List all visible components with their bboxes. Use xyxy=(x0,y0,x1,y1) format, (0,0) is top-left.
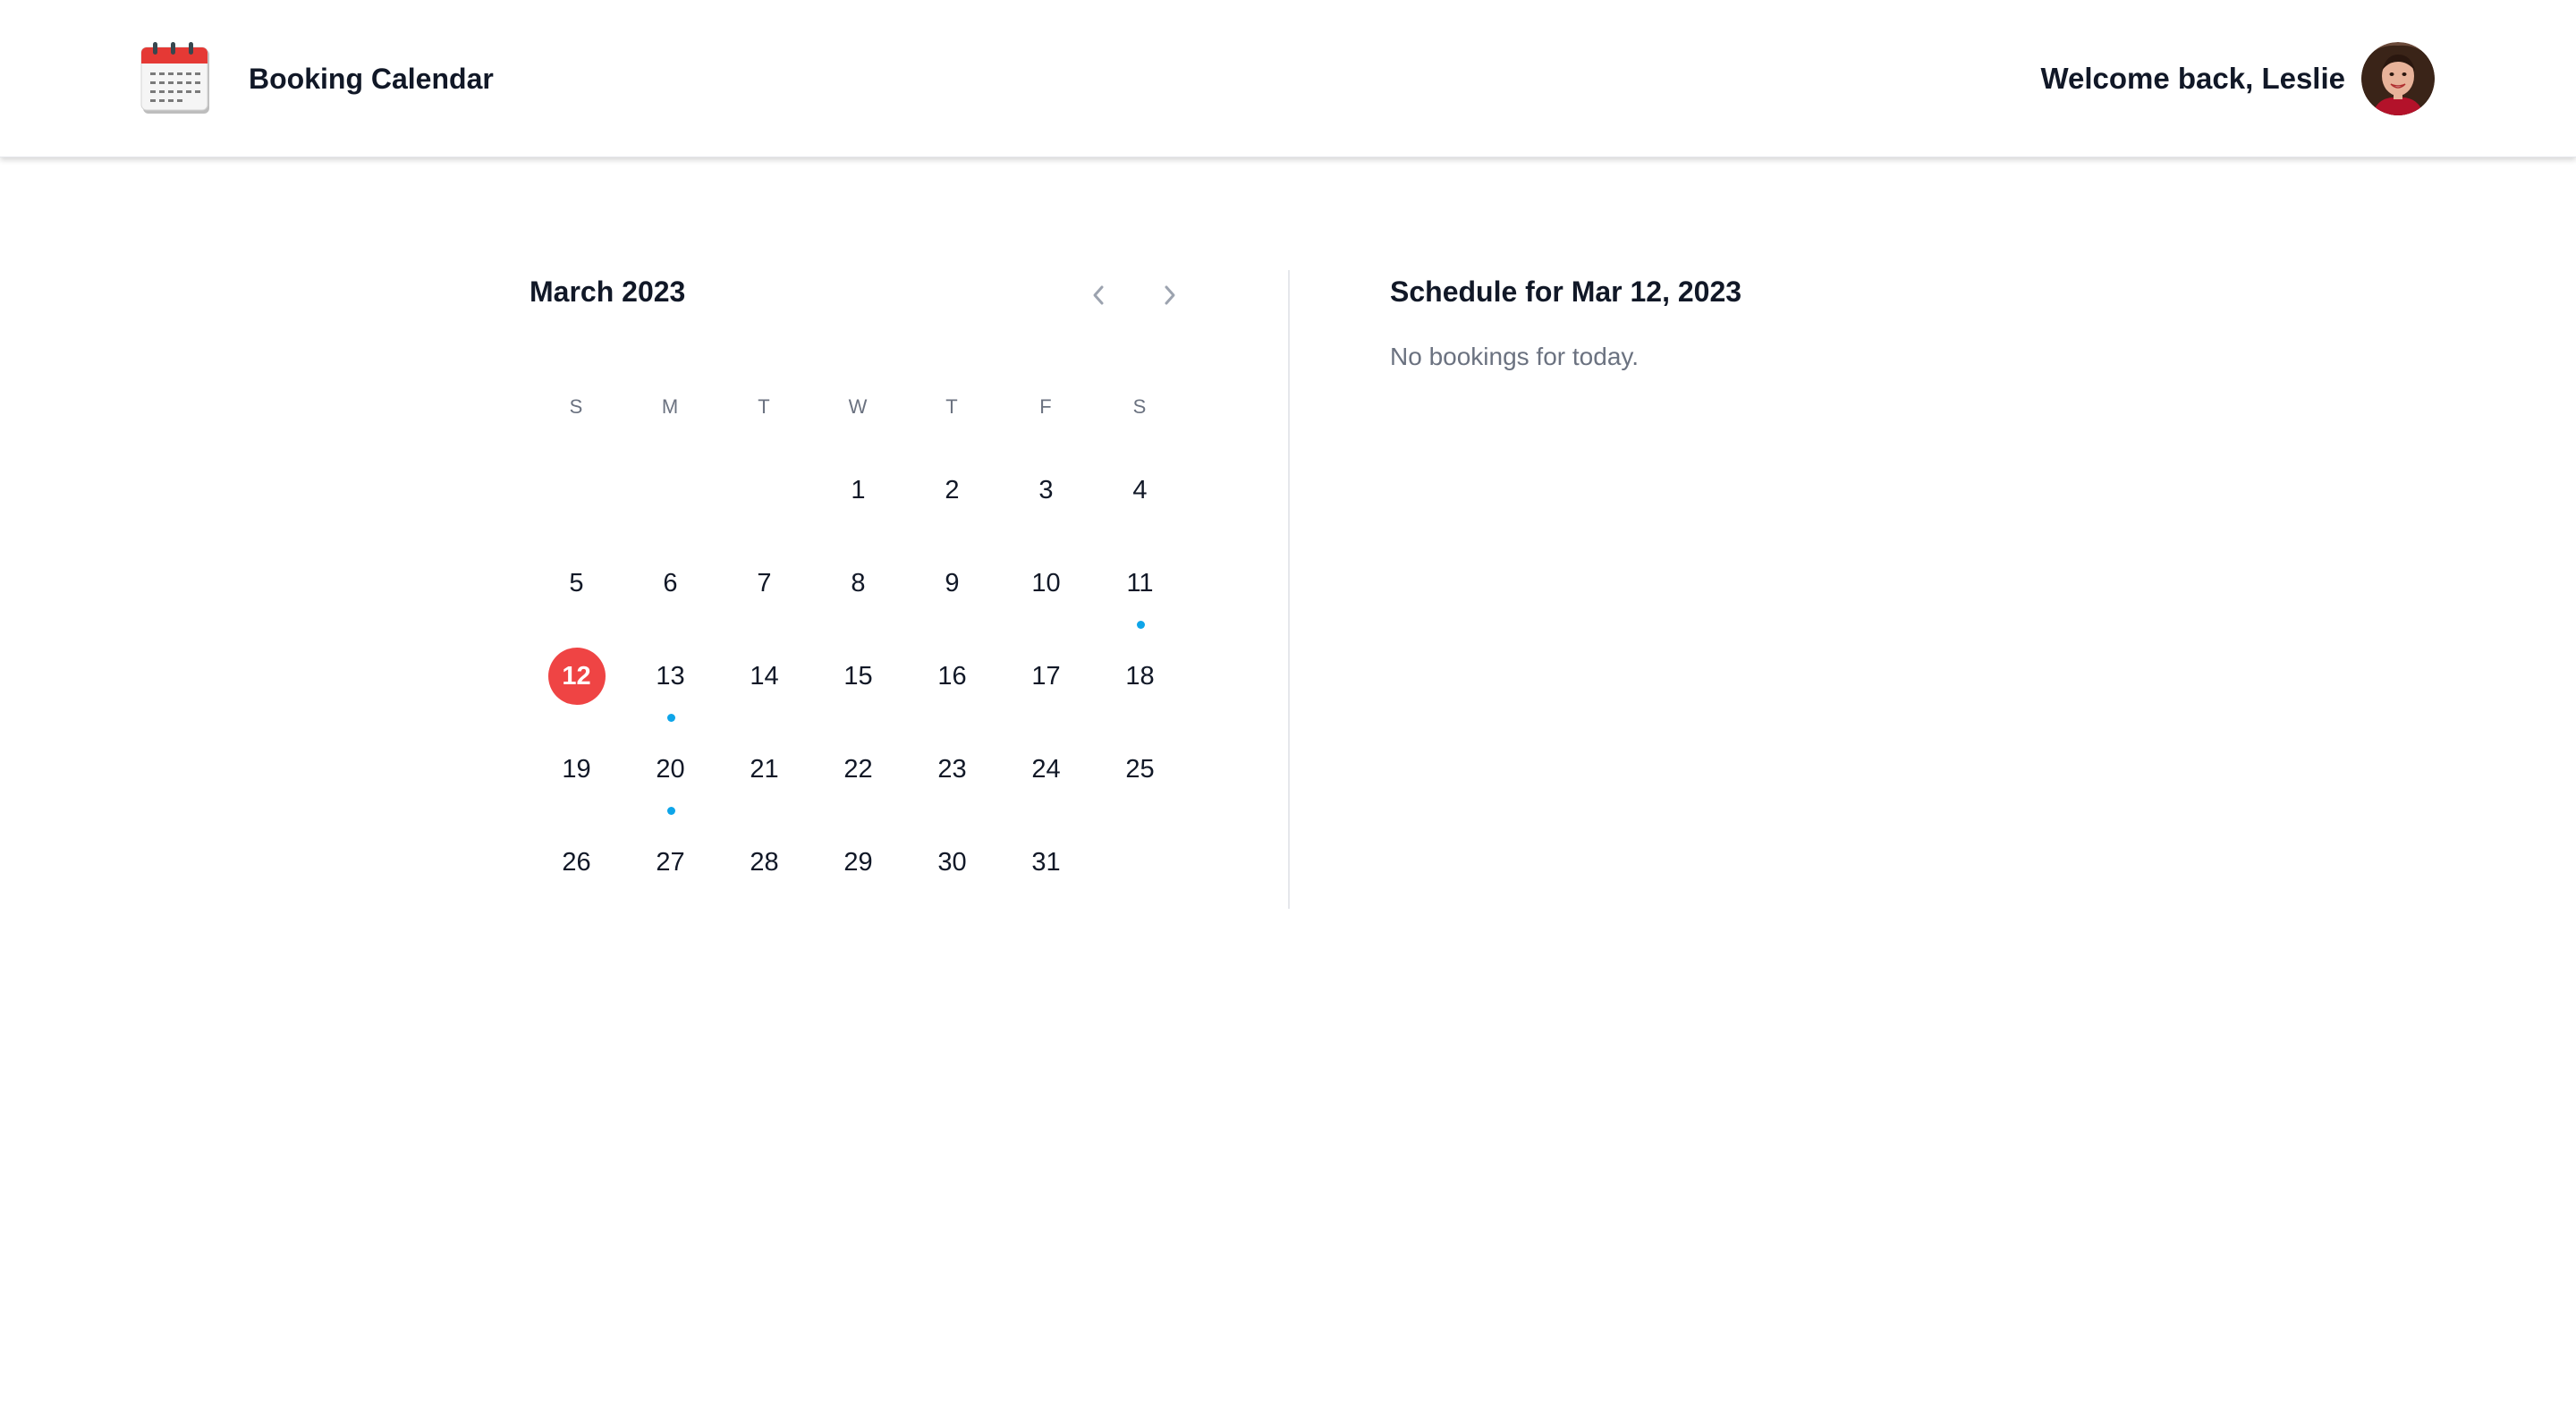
day-cell: 15 xyxy=(811,642,905,735)
day-button[interactable]: 24 xyxy=(1018,741,1075,798)
month-title: March 2023 xyxy=(530,275,686,308)
day-cell: 21 xyxy=(717,735,811,828)
day-cell: 8 xyxy=(811,549,905,642)
weekday-label: S xyxy=(1132,395,1148,418)
day-button[interactable]: 4 xyxy=(1112,462,1169,519)
day-cell: 9 xyxy=(905,549,999,642)
day-button[interactable]: 23 xyxy=(924,741,981,798)
booking-indicator-dot xyxy=(666,807,675,815)
booking-indicator-dot xyxy=(666,714,675,722)
day-cell: 30 xyxy=(905,828,999,921)
welcome-text: Welcome back, Leslie xyxy=(2040,62,2345,95)
day-cell: 28 xyxy=(717,828,811,921)
empty-day-cell xyxy=(530,456,623,549)
day-button[interactable]: 11 xyxy=(1112,555,1169,612)
day-cell: 4 xyxy=(1093,456,1187,549)
day-button[interactable]: 17 xyxy=(1018,648,1075,705)
schedule-title: Schedule for Mar 12, 2023 xyxy=(1390,275,1742,308)
weekday-label: F xyxy=(1039,395,1053,418)
day-cell: 10 xyxy=(999,549,1093,642)
day-button[interactable]: 18 xyxy=(1112,648,1169,705)
weekday-row: SMTWTFS xyxy=(530,395,1191,419)
day-cell: 12 xyxy=(530,642,623,735)
day-cell: 22 xyxy=(811,735,905,828)
day-cell: 2 xyxy=(905,456,999,549)
day-cell: 29 xyxy=(811,828,905,921)
day-cell: 3 xyxy=(999,456,1093,549)
chevron-right-icon xyxy=(1165,285,1175,305)
empty-day-cell xyxy=(623,456,717,549)
day-button[interactable]: 16 xyxy=(924,648,981,705)
day-button[interactable]: 22 xyxy=(830,741,887,798)
day-button[interactable]: 8 xyxy=(830,555,887,612)
day-button[interactable]: 7 xyxy=(736,555,793,612)
day-cell: 7 xyxy=(717,549,811,642)
day-button[interactable]: 27 xyxy=(642,834,699,891)
chevron-left-icon xyxy=(1093,285,1104,305)
next-month-button[interactable] xyxy=(1150,275,1190,315)
calendar-icon xyxy=(140,42,209,114)
brand[interactable]: Booking Calendar xyxy=(140,39,494,118)
day-cell: 6 xyxy=(623,549,717,642)
day-button[interactable]: 20 xyxy=(642,741,699,798)
day-button[interactable]: 13 xyxy=(642,648,699,705)
weekday-label: T xyxy=(758,395,771,418)
weekday-label: T xyxy=(945,395,959,418)
day-cell: 13 xyxy=(623,642,717,735)
day-button[interactable]: 9 xyxy=(924,555,981,612)
day-button[interactable]: 15 xyxy=(830,648,887,705)
day-cell: 31 xyxy=(999,828,1093,921)
app-title: Booking Calendar xyxy=(249,62,494,95)
weekday-label: S xyxy=(569,395,584,418)
day-button[interactable]: 2 xyxy=(924,462,981,519)
calendar-grid: 1 2 3 4 5 6 7 8 9 10 11 12 13 14 15 16 17 18 19 20 21 22 23 24 2… xyxy=(530,456,1187,921)
day-button[interactable]: 5 xyxy=(548,555,606,612)
weekday-label: M xyxy=(661,395,680,418)
day-cell: 11 xyxy=(1093,549,1187,642)
day-cell: 17 xyxy=(999,642,1093,735)
day-cell: 19 xyxy=(530,735,623,828)
day-cell: 25 xyxy=(1093,735,1187,828)
panel-divider xyxy=(1288,270,1290,909)
day-cell: 5 xyxy=(530,549,623,642)
day-button[interactable]: 21 xyxy=(736,741,793,798)
day-button[interactable]: 6 xyxy=(642,555,699,612)
booking-indicator-dot xyxy=(1136,621,1145,629)
day-button[interactable]: 30 xyxy=(924,834,981,891)
selected-day-button[interactable]: 12 xyxy=(547,648,606,705)
user-menu[interactable]: Welcome back, Leslie xyxy=(2040,39,2435,118)
day-cell: 18 xyxy=(1093,642,1187,735)
day-cell: 1 xyxy=(811,456,905,549)
avatar[interactable] xyxy=(2361,42,2435,115)
empty-day-cell xyxy=(717,456,811,549)
day-cell: 16 xyxy=(905,642,999,735)
day-button[interactable]: 28 xyxy=(736,834,793,891)
day-button[interactable]: 3 xyxy=(1018,462,1075,519)
day-cell: 23 xyxy=(905,735,999,828)
day-button[interactable]: 19 xyxy=(548,741,606,798)
day-cell: 14 xyxy=(717,642,811,735)
day-button[interactable]: 31 xyxy=(1018,834,1075,891)
day-cell: 26 xyxy=(530,828,623,921)
day-button[interactable]: 26 xyxy=(548,834,606,891)
previous-month-button[interactable] xyxy=(1079,275,1118,315)
day-button[interactable]: 29 xyxy=(830,834,887,891)
top-bar: Booking Calendar Welcome back, Leslie xyxy=(0,0,2576,157)
weekday-label: W xyxy=(848,395,869,418)
empty-schedule-message: No bookings for today. xyxy=(1390,343,1640,370)
day-cell: 20 xyxy=(623,735,717,828)
day-cell: 27 xyxy=(623,828,717,921)
day-button[interactable]: 1 xyxy=(830,462,887,519)
day-cell: 24 xyxy=(999,735,1093,828)
day-button[interactable]: 10 xyxy=(1018,555,1075,612)
day-button[interactable]: 25 xyxy=(1112,741,1169,798)
day-button[interactable]: 14 xyxy=(736,648,793,705)
schedule-panel: Schedule for Mar 12, 2023 No bookings fo… xyxy=(1390,268,1741,371)
